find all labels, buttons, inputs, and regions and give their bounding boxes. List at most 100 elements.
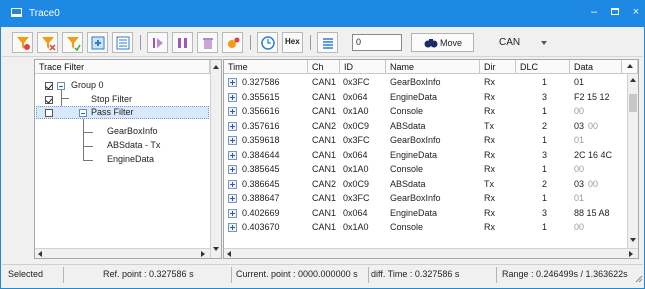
collapse-icon[interactable] (79, 109, 87, 117)
cell-time: 0.388647 (242, 193, 280, 203)
cell-ch: CAN1 (312, 106, 337, 116)
toolbar-separator (310, 35, 311, 50)
expand-icon[interactable] (228, 107, 237, 116)
minimize-button[interactable]: – (583, 3, 605, 23)
pass-filter-checkbox[interactable] (45, 109, 53, 117)
collapse-icon[interactable] (57, 82, 65, 90)
insert-icon-button[interactable] (87, 32, 108, 53)
maximize-button[interactable] (604, 3, 626, 23)
delete-icon-button[interactable] (197, 32, 218, 53)
column-header-dir[interactable]: Dir (480, 60, 516, 74)
filter-icon-button[interactable] (12, 32, 33, 53)
filter-apply-icon-button[interactable] (62, 32, 83, 53)
expand-icon[interactable] (228, 121, 237, 131)
window-title: Trace0 (29, 8, 60, 19)
table-row[interactable]: 0.356616 CAN1 0x1A0 Console Rx 1 00 (224, 105, 622, 118)
expand-icon[interactable] (228, 208, 237, 218)
scroll-left-icon[interactable] (38, 251, 42, 257)
scroll-up-icon[interactable] (630, 78, 636, 82)
expand-icon[interactable] (228, 136, 237, 145)
scroll-up-icon[interactable] (213, 65, 219, 69)
hex-label: Hex (285, 37, 300, 46)
tree-item-label: Stop Filter (91, 94, 133, 104)
column-scroll-button[interactable] (622, 60, 638, 74)
trace-filter-header: Trace Filter (35, 60, 210, 74)
stop-filter-checkbox[interactable] (45, 96, 53, 104)
table-row[interactable]: 0.355615 CAN1 0x064 EngineData Rx 3 F2 15 12 (224, 91, 622, 104)
left-vertical-scrollbar[interactable] (210, 60, 221, 258)
tree-item-pass-filter[interactable]: Pass Filter (35, 106, 209, 119)
right-horizontal-scrollbar[interactable] (224, 248, 638, 258)
settings-icon-button[interactable] (222, 32, 243, 53)
expand-icon[interactable] (228, 150, 237, 160)
cell-ch: CAN2 (312, 120, 337, 131)
table-row[interactable]: 0.388647 CAN1 0x3FC GearBoxInfo Rx 1 01 (224, 192, 622, 205)
list-icon-button[interactable] (317, 32, 338, 53)
table-row[interactable]: 0.327586 CAN1 0x3FC GearBoxInfo Rx 1 01 (224, 76, 622, 89)
move-button[interactable]: Move (411, 33, 474, 52)
filter-remove-icon-button[interactable] (37, 32, 58, 53)
resize-grip-icon[interactable] (635, 275, 643, 283)
column-header-data[interactable]: Data (570, 60, 622, 74)
expand-icon[interactable] (228, 78, 237, 87)
cell-time: 0.357616 (242, 120, 280, 131)
table-row[interactable]: 0.357616 CAN2 0x0C9 ABSdata Tx 2 03 00 (224, 120, 622, 133)
tree-item-gearboxinfo[interactable]: GearBoxInfo (35, 126, 209, 139)
cell-dir: Rx (484, 149, 495, 160)
tree-item-absdata-tx[interactable]: ABSdata - Tx (35, 140, 209, 153)
table-row[interactable]: 0.384644 CAN1 0x064 EngineData Rx 3 2C 16 4C (224, 149, 622, 162)
scroll-left-icon[interactable] (227, 251, 231, 257)
column-header-id[interactable]: ID (340, 60, 386, 74)
tree-item-label: GearBoxInfo (107, 126, 158, 136)
scroll-right-icon[interactable] (629, 251, 633, 257)
expand-icon[interactable] (228, 194, 237, 203)
cell-dlc: 1 (542, 222, 548, 232)
filter-value-input[interactable]: 0 (352, 34, 402, 51)
column-header-ch[interactable]: Ch (308, 60, 340, 74)
cell-id: 0x1A0 (343, 106, 369, 116)
group-0-checkbox[interactable] (45, 82, 53, 90)
table-row[interactable]: 0.385645 CAN1 0x1A0 Console Rx 1 00 (224, 163, 622, 176)
expand-icon[interactable] (228, 92, 237, 102)
tree-item-stop-filter[interactable]: Stop Filter (35, 93, 209, 106)
cell-ch: CAN1 (312, 222, 337, 232)
protocol-select[interactable]: CAN (484, 33, 557, 52)
table-row[interactable]: 0.386645 CAN2 0x0C9 ABSdata Tx 2 03 00 (224, 178, 622, 191)
left-horizontal-scrollbar[interactable] (35, 248, 210, 258)
column-header-time[interactable]: Time (224, 60, 308, 74)
tree-item-enginedata[interactable]: EngineData (35, 154, 209, 167)
hex-toggle-button[interactable]: Hex (282, 32, 303, 53)
step-icon-button[interactable] (147, 32, 168, 53)
scroll-down-icon[interactable] (630, 238, 636, 242)
cell-data: 03 00 (574, 179, 622, 189)
table-row[interactable]: 0.359618 CAN1 0x3FC GearBoxInfo Rx 1 01 (224, 134, 622, 147)
cell-time: 0.355615 (242, 91, 280, 102)
column-header-name[interactable]: Name (386, 60, 480, 74)
table-row[interactable]: 0.403670 CAN1 0x1A0 Console Rx 1 00 (224, 221, 622, 234)
cell-dir: Rx (484, 207, 495, 218)
table-row[interactable]: 0.402669 CAN1 0x064 EngineData Rx 3 88 15 A8 (224, 207, 622, 220)
right-vertical-scrollbar[interactable] (627, 74, 638, 248)
cell-id: 0x0C9 (343, 178, 370, 189)
cell-time: 0.359618 (242, 135, 280, 145)
trace-messages-panel: Time Ch ID Name Dir DLC Data 0.327586 CAN… (223, 59, 639, 259)
clock-icon-button[interactable] (257, 32, 278, 53)
cell-time: 0.356616 (242, 106, 280, 116)
column-header-dlc[interactable]: DLC (516, 60, 570, 74)
cell-data-faded: 01 (574, 193, 585, 203)
cell-id: 0x1A0 (343, 164, 369, 174)
expand-icon[interactable] (228, 223, 237, 232)
cell-ch: CAN1 (312, 164, 337, 174)
pause-icon-button[interactable] (172, 32, 193, 53)
scroll-thumb[interactable] (629, 94, 637, 112)
close-button[interactable]: × (625, 3, 645, 23)
scroll-right-icon[interactable] (201, 251, 205, 257)
expand-icon[interactable] (228, 165, 237, 174)
expand-icon[interactable] (228, 179, 237, 189)
status-selected: Selected (8, 269, 44, 279)
tree-item-group-0[interactable]: Group 0 (35, 79, 209, 92)
scroll-up-icon[interactable] (627, 64, 633, 68)
scroll-down-icon[interactable] (213, 247, 219, 251)
list-view-icon-button[interactable] (112, 32, 133, 53)
cell-data-value: F2 15 12 (574, 91, 610, 102)
